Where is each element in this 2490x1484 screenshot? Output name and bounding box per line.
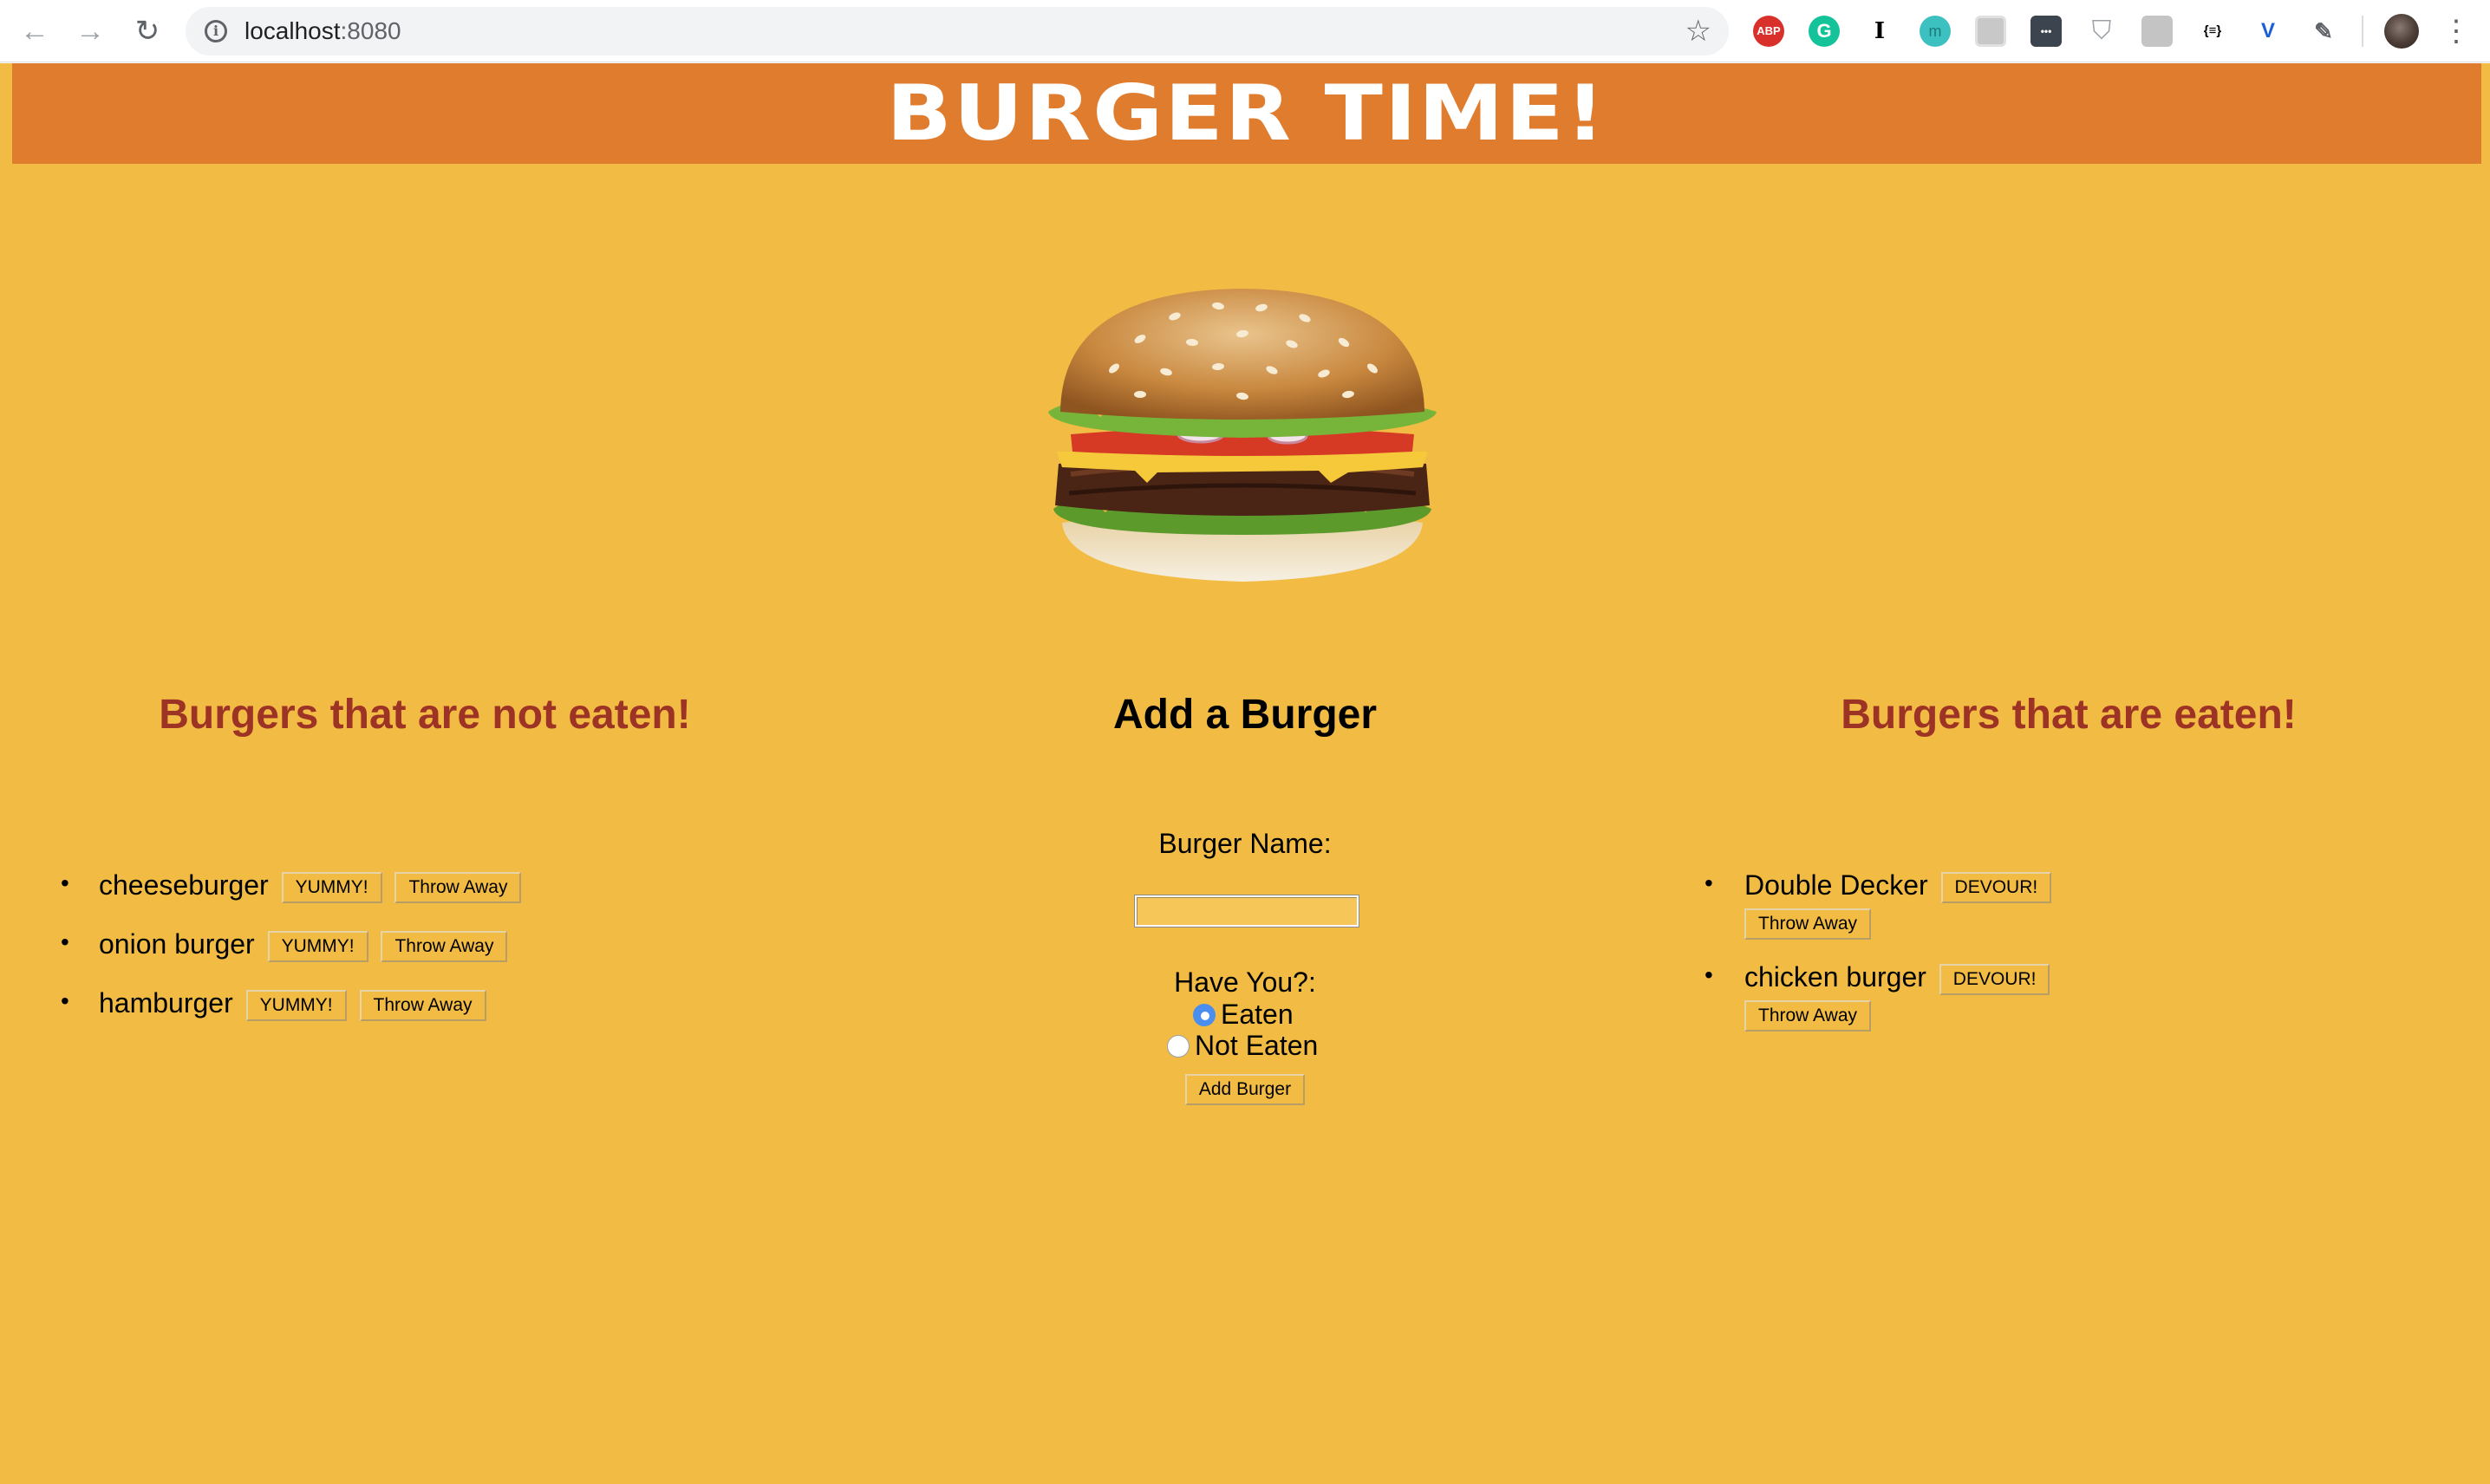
not-eaten-heading: Burgers that are not eaten! (159, 692, 691, 738)
radio-eaten-label: Eaten (1221, 999, 1294, 1030)
list-item: • hamburger YUMMY! Throw Away (61, 987, 521, 1046)
dots-extension-icon[interactable]: ••• (2030, 16, 2062, 47)
url-host: localhost (244, 17, 341, 44)
submit-wrapper: Add Burger (1072, 1074, 1418, 1105)
page-title: BURGER TIME! (886, 68, 1607, 158)
devour-button[interactable]: DEVOUR! (1939, 963, 2050, 995)
list-bullet: • (61, 869, 69, 896)
v-extension-icon[interactable]: V (2252, 16, 2284, 47)
burger-name: cheeseburger (99, 869, 269, 901)
address-bar[interactable]: i localhost:8080 ☆ (186, 7, 1729, 55)
grammarly-icon[interactable]: G (1809, 16, 1840, 47)
eyedropper-icon[interactable]: ✎ (2308, 16, 2339, 47)
json-viewer-icon[interactable]: {≡} (2197, 16, 2228, 47)
burger-name: Double Decker (1744, 869, 1928, 901)
add-burger-button[interactable]: Add Burger (1184, 1074, 1306, 1105)
list-item: • Double Decker DEVOUR! Throw Away (1705, 869, 2225, 961)
throw-away-button[interactable]: Throw Away (381, 930, 508, 962)
mercury-icon[interactable]: m (1920, 16, 1951, 47)
burger-name: chicken burger (1744, 961, 1926, 993)
burger-image (1048, 289, 1437, 582)
throw-away-button[interactable]: Throw Away (1744, 999, 1871, 1032)
list-bullet: • (1705, 869, 1713, 896)
reload-icon[interactable]: ↻ (128, 12, 166, 50)
eaten-list: • Double Decker DEVOUR! Throw Away • chi… (1705, 869, 2225, 1053)
burger-name-label: Burger Name: (1158, 828, 1332, 859)
list-item: • onion burger YUMMY! Throw Away (61, 928, 521, 987)
throw-away-button[interactable]: Throw Away (394, 871, 522, 903)
throw-away-button[interactable]: Throw Away (359, 989, 486, 1021)
burger-name: hamburger (99, 987, 233, 1019)
url-port: :8080 (340, 17, 401, 44)
list-bullet: • (61, 987, 69, 1014)
burger-name: onion burger (99, 928, 255, 960)
bookmark-star-icon[interactable]: ☆ (1685, 7, 1711, 55)
throw-away-button[interactable]: Throw Away (1744, 908, 1871, 940)
radio-not-eaten-label: Not Eaten (1195, 1030, 1319, 1061)
shield-extension-icon[interactable]: ⛉ (2086, 16, 2117, 47)
devour-button[interactable]: DEVOUR! (1940, 871, 2052, 903)
list-bullet: • (1705, 961, 1713, 988)
clipper-icon[interactable] (1975, 16, 2006, 47)
hat-extension-icon[interactable] (2141, 16, 2173, 47)
add-burger-heading: Add a Burger (1112, 692, 1378, 738)
eaten-heading: Burgers that are eaten! (1841, 692, 2297, 738)
yummy-button[interactable]: YUMMY! (281, 871, 382, 903)
yummy-button[interactable]: YUMMY! (245, 989, 347, 1021)
url-text[interactable]: localhost:8080 (244, 7, 401, 55)
list-item: • chicken burger DEVOUR! Throw Away (1705, 961, 2225, 1053)
burger-name-input[interactable] (1135, 895, 1359, 927)
have-you-label: Have You?: (1174, 967, 1316, 998)
browser-menu-icon[interactable]: ⋮ (2441, 12, 2471, 50)
not-eaten-list: • cheeseburger YUMMY! Throw Away • onion… (61, 869, 522, 1046)
back-arrow-icon[interactable]: ← (16, 12, 54, 50)
radio-not-eaten[interactable] (1167, 1034, 1190, 1058)
browser-toolbar: ← → ↻ i localhost:8080 ☆ ABP G I m ••• ⛉… (0, 0, 2490, 62)
instapaper-icon[interactable]: I (1864, 16, 1895, 47)
profile-avatar[interactable] (2384, 14, 2419, 49)
toolbar-divider (2362, 16, 2363, 47)
site-info-icon[interactable]: i (205, 20, 227, 42)
header-banner: BURGER TIME! (12, 63, 2481, 164)
page-body: BURGER TIME! Burgers that are not eaten!… (0, 63, 2490, 1484)
radio-eaten[interactable] (1193, 1003, 1216, 1026)
adblock-plus-icon[interactable]: ABP (1753, 16, 1784, 47)
list-item: • cheeseburger YUMMY! Throw Away (61, 869, 522, 928)
radio-eaten-row[interactable]: Eaten (1193, 998, 1294, 1031)
radio-not-eaten-row[interactable]: Not Eaten (1167, 1029, 1318, 1062)
yummy-button[interactable]: YUMMY! (267, 930, 368, 962)
forward-arrow-icon[interactable]: → (71, 12, 109, 50)
list-bullet: • (61, 928, 69, 955)
